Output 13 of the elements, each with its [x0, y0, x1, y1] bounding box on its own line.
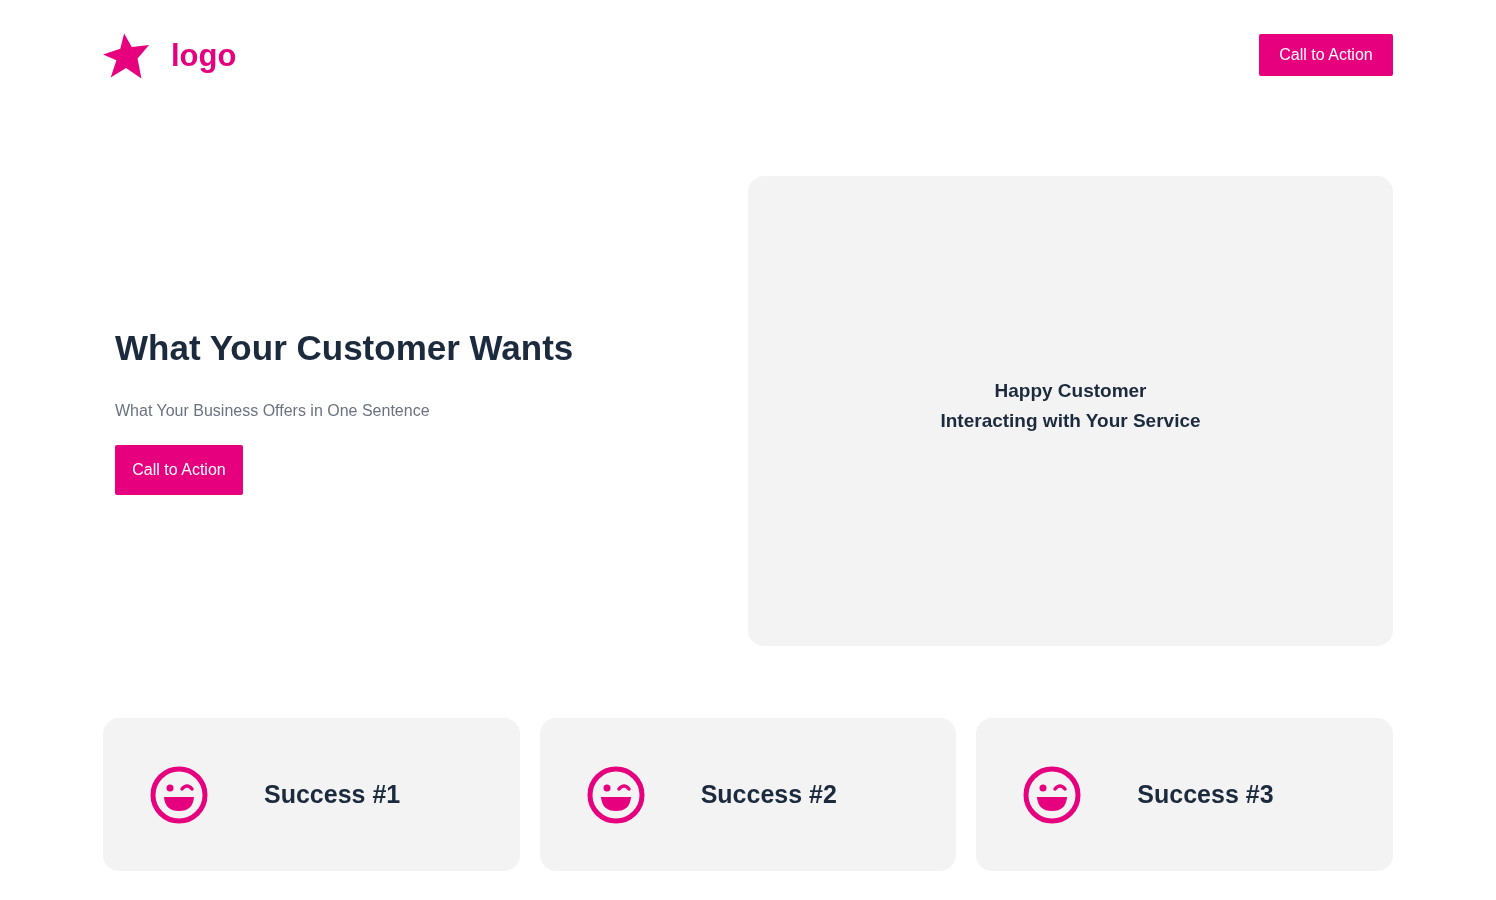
hero-heading: What Your Customer Wants	[115, 327, 574, 368]
placeholder-caption: Happy Customer Interacting with Your Service	[940, 379, 1201, 433]
success-label: Success #3	[1137, 780, 1274, 809]
success-label: Success #2	[700, 780, 837, 809]
call-to-action-button[interactable]: Call to Action	[1259, 34, 1393, 76]
winking-face-icon	[1023, 765, 1082, 824]
winking-face-icon	[150, 765, 208, 824]
star-icon	[103, 32, 151, 80]
logo[interactable]: logo	[171, 38, 237, 74]
call-to-action-button[interactable]: Call to Action	[115, 444, 243, 495]
hero-subtitle: What Your Business Offers in One Sentence	[115, 401, 431, 420]
winking-face-icon	[586, 765, 645, 824]
success-label: Success #1	[264, 780, 401, 809]
